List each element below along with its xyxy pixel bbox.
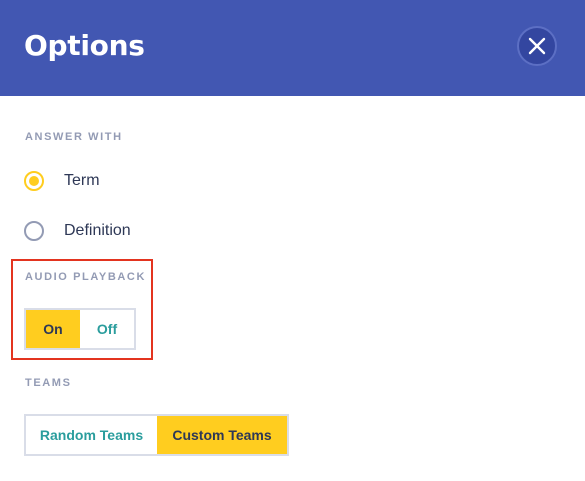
audio-playback-label: AUDIO PLAYBACK xyxy=(25,271,147,283)
audio-playback-toggle: On Off xyxy=(24,308,136,350)
audio-off-button[interactable]: Off xyxy=(80,310,134,348)
answer-with-label: ANSWER WITH xyxy=(25,131,123,143)
custom-teams-button[interactable]: Custom Teams xyxy=(157,416,287,454)
random-teams-button[interactable]: Random Teams xyxy=(26,416,157,454)
teams-toggle: Random Teams Custom Teams xyxy=(24,414,289,456)
teams-label: TEAMS xyxy=(25,377,72,389)
audio-on-button[interactable]: On xyxy=(26,310,80,348)
radio-term-label: Term xyxy=(64,172,100,189)
radio-unchecked-icon[interactable] xyxy=(24,221,44,241)
options-header: Options xyxy=(0,0,585,96)
radio-definition-label: Definition xyxy=(64,222,131,239)
radio-checked-icon[interactable] xyxy=(24,171,44,191)
close-icon xyxy=(528,37,546,55)
close-button[interactable] xyxy=(517,26,557,66)
page-title: Options xyxy=(24,29,145,62)
